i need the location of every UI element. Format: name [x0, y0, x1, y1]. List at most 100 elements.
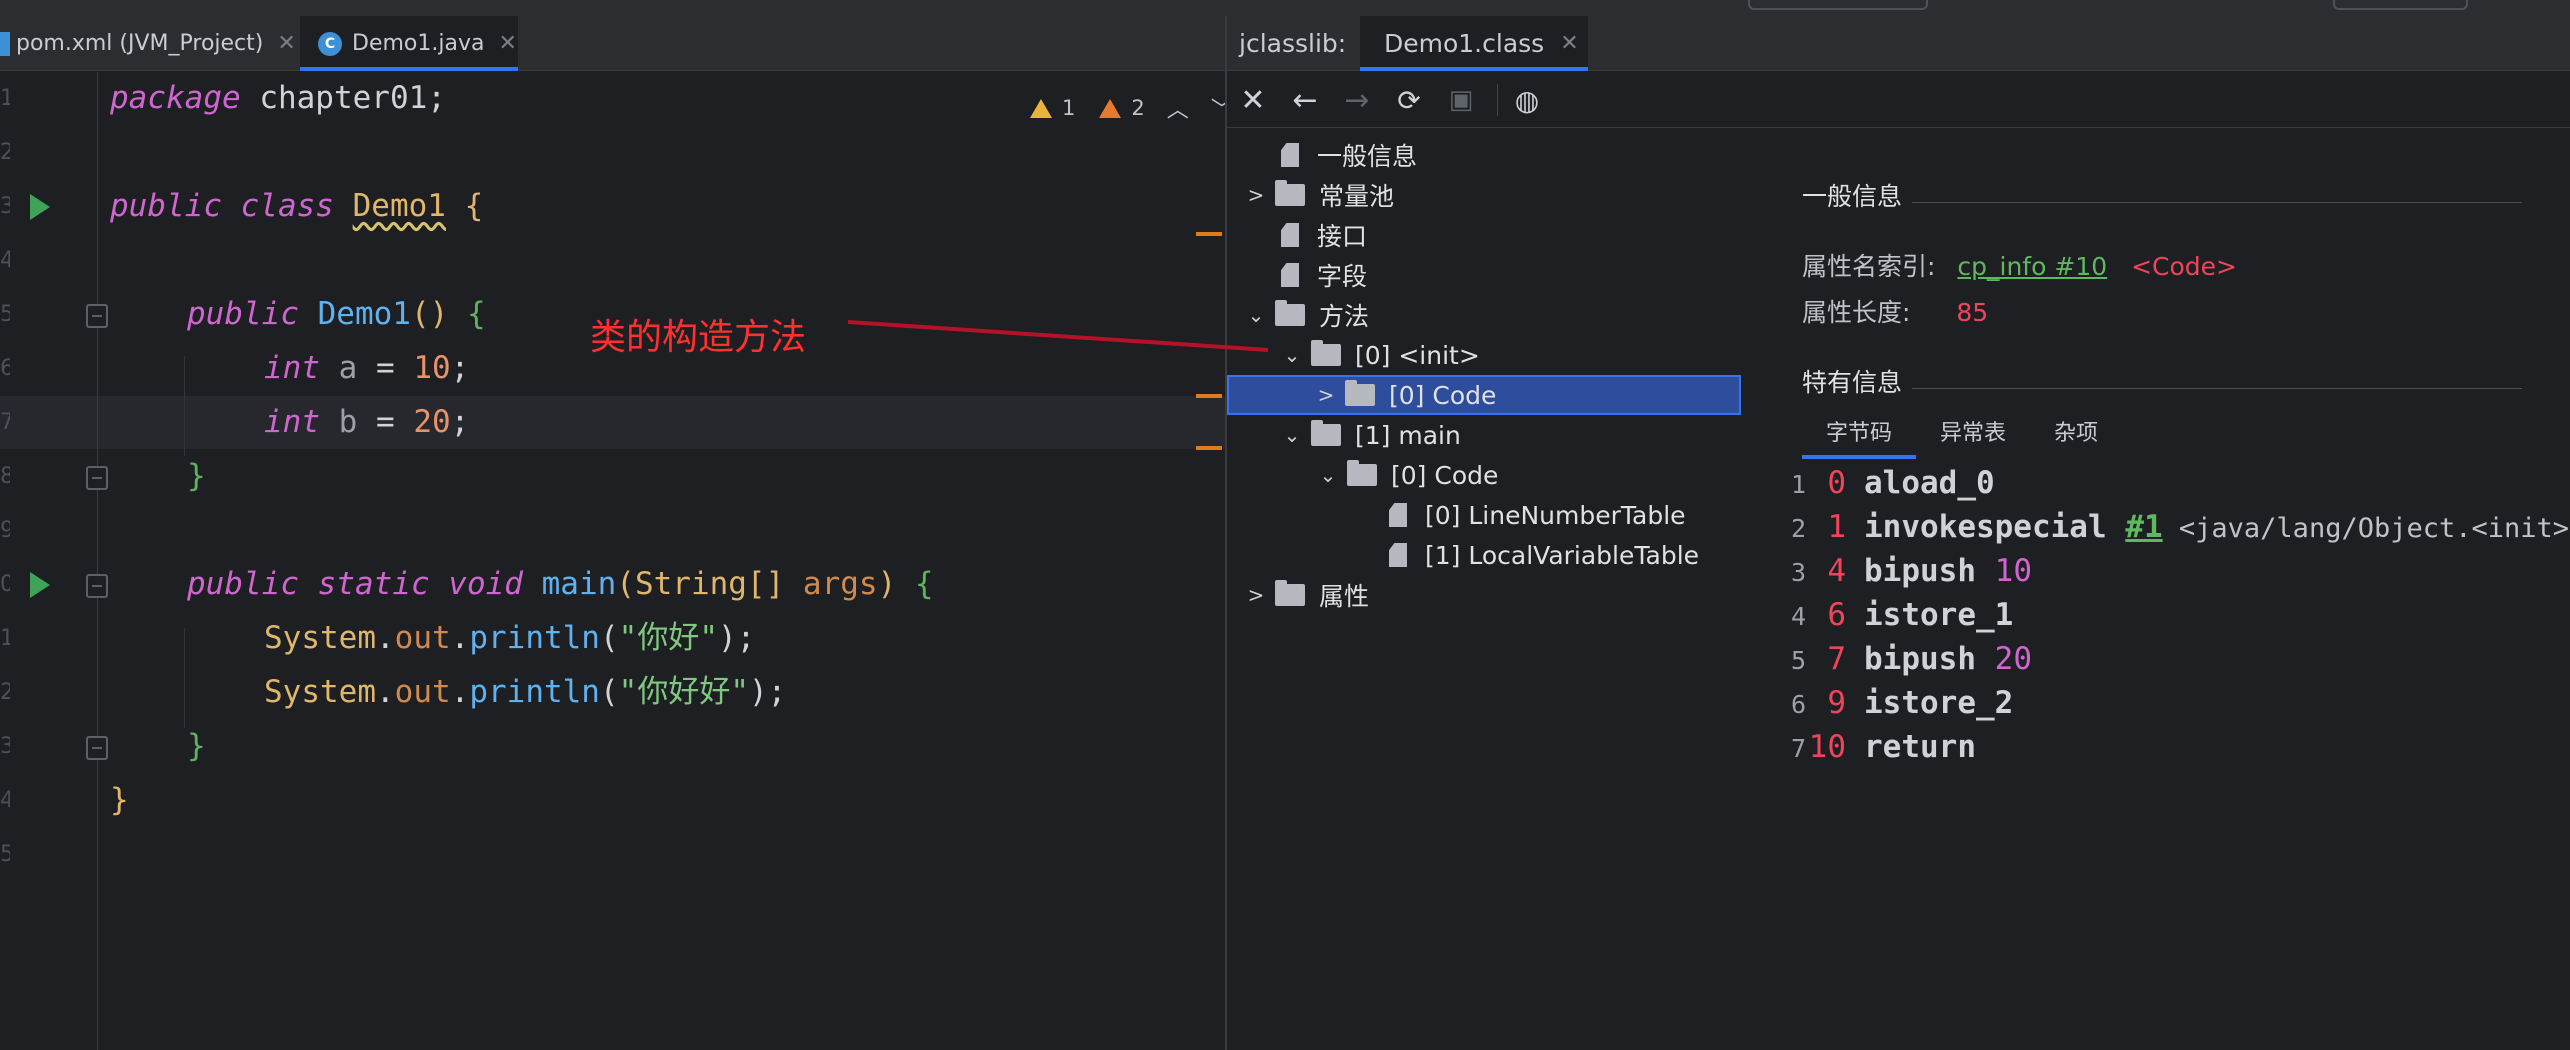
folder-icon [1275, 580, 1305, 606]
folder-icon [1311, 340, 1341, 366]
cp-info-link[interactable]: cp_info #10 [1957, 252, 2107, 281]
fold-icon[interactable] [86, 466, 108, 490]
tab-exception-table[interactable]: 异常表 [1916, 413, 2030, 459]
fold-icon[interactable] [86, 304, 108, 328]
file-icon [1281, 223, 1299, 247]
constant-pool-ref-link[interactable]: #1 [2125, 509, 2162, 545]
bytecode-line[interactable]: 1 0 aload_0 [1782, 461, 2570, 505]
tree-node-init-code[interactable]: > [0] Code [1227, 375, 1741, 415]
refresh-icon[interactable]: ⟳ [1391, 82, 1427, 118]
tab-label: Demo1.java [352, 31, 485, 56]
bytecode-line[interactable]: 3 4 bipush 10 [1782, 549, 2570, 593]
code-line[interactable]: public Demo1() { [187, 288, 486, 341]
line-number: 8 [0, 464, 10, 489]
warning-icon [1099, 98, 1122, 118]
tree-node-method-main[interactable]: ⌄ [1] main [1283, 415, 1461, 455]
fold-icon[interactable] [86, 736, 108, 760]
inspection-widget[interactable]: 1 2 ︿ ﹀ [1030, 92, 1233, 124]
chevron-down-icon[interactable]: ⌄ [1247, 303, 1265, 327]
scrollbar-marker[interactable] [1196, 446, 1222, 450]
line-number: 1 [0, 86, 10, 111]
line-number: 2 [0, 140, 10, 165]
tab-label: pom.xml (JVM_Project) [16, 31, 264, 56]
chevron-right-icon[interactable]: > [1247, 183, 1265, 207]
top-dropdown[interactable] [1748, 0, 1928, 10]
forward-arrow-icon[interactable]: → [1339, 82, 1375, 118]
code-line[interactable]: } [187, 720, 206, 773]
tree-node-constant-pool[interactable]: > 常量池 [1247, 175, 1394, 215]
folder-icon [1311, 420, 1341, 446]
warning-count: 2 [1131, 96, 1145, 120]
attribute-name-value: <Code> [2131, 252, 2237, 281]
scrollbar-marker[interactable] [1196, 232, 1222, 236]
attribute-length-value: 85 [1956, 298, 1989, 327]
tree-node-general-info[interactable]: 一般信息 [1247, 135, 1417, 175]
close-icon[interactable]: ✕ [1235, 82, 1271, 118]
tree-node-methods[interactable]: ⌄ 方法 [1247, 295, 1369, 335]
close-tab-icon[interactable]: ✕ [277, 31, 295, 56]
folder-icon [1347, 460, 1377, 486]
jclasslib-tab-bar: jclasslib: Demo1.class ✕ [1227, 16, 2570, 71]
tab-bytecode[interactable]: 字节码 [1802, 413, 1917, 459]
folder-icon [1275, 180, 1305, 206]
tab-demo1-java[interactable]: C Demo1.java ✕ [300, 16, 518, 71]
tree-node-main-code[interactable]: ⌄ [0] Code [1319, 455, 1498, 495]
line-number: 7 [0, 410, 10, 435]
tree-node-method-init[interactable]: ⌄ [0] <init> [1283, 335, 1480, 375]
class-structure-tree: 一般信息 > 常量池 接口 字段 ⌄ 方法 ⌄ [0] <init> > [0] Cod… [1227, 129, 1742, 1050]
code-line[interactable]: public static void main(String[] args) { [187, 558, 934, 611]
line-number: 4 [0, 248, 10, 273]
close-tab-icon[interactable]: ✕ [1560, 31, 1578, 56]
tab-misc[interactable]: 杂项 [2030, 413, 2122, 459]
bytecode-line[interactable]: 4 6 istore_1 [1782, 593, 2570, 637]
previous-problem-icon[interactable]: ︿ [1167, 92, 1189, 124]
file-icon [1281, 263, 1299, 287]
file-icon [1281, 143, 1299, 167]
attribute-name-index-row: 属性名索引: cp_info #10 <Code> [1802, 252, 2237, 281]
tree-node-fields[interactable]: 字段 [1247, 255, 1367, 295]
tab-pom-xml[interactable]: pom.xml (JVM_Project) ✕ [0, 16, 300, 71]
code-line[interactable]: System.out.println("你好"); [264, 612, 755, 665]
scrollbar-marker[interactable] [1196, 394, 1222, 398]
line-number: 2 [0, 680, 10, 705]
attribute-length-row: 属性长度: 85 [1802, 298, 1989, 327]
code-line[interactable]: int b = 20; [264, 396, 469, 449]
code-line[interactable]: int a = 10; [264, 342, 469, 395]
chevron-right-icon[interactable]: > [1247, 583, 1265, 607]
code-line[interactable]: System.out.println("你好好"); [264, 666, 786, 719]
line-number: 0 [0, 572, 10, 597]
tree-node-interfaces[interactable]: 接口 [1247, 215, 1367, 255]
tree-node-attributes[interactable]: > 属性 [1247, 575, 1369, 615]
chevron-right-icon[interactable]: > [1317, 383, 1335, 407]
line-number: 6 [0, 356, 10, 381]
indent-guide [184, 628, 185, 728]
browser-icon[interactable]: ◍ [1509, 82, 1545, 118]
chevron-down-icon[interactable]: ⌄ [1283, 343, 1301, 367]
save-icon[interactable]: ▣ [1443, 82, 1479, 118]
run-class-icon[interactable] [30, 194, 50, 220]
chevron-down-icon[interactable]: ⌄ [1283, 423, 1301, 447]
jclasslib-toolbar: ✕ ← → ⟳ ▣ ◍ [1227, 72, 2570, 128]
code-line[interactable]: package chapter01; [110, 72, 446, 125]
tab-demo1-class[interactable]: Demo1.class ✕ [1360, 16, 1588, 71]
line-number: 1 [0, 626, 10, 651]
code-line[interactable]: public class Demo1 { [110, 180, 483, 233]
bytecode-line[interactable]: 710 return [1782, 725, 2570, 769]
code-line[interactable]: } [187, 450, 206, 503]
maven-file-icon [0, 31, 10, 56]
run-main-icon[interactable] [30, 572, 50, 598]
weak-warning-count: 1 [1062, 96, 1076, 120]
bytecode-line[interactable]: 5 7 bipush 20 [1782, 637, 2570, 681]
line-number: 3 [0, 194, 10, 219]
bytecode-line[interactable]: 6 9 istore_2 [1782, 681, 2570, 725]
back-arrow-icon[interactable]: ← [1287, 82, 1323, 118]
bytecode-line[interactable]: 2 1 invokespecial #1 <java/lang/Object.<in… [1782, 505, 2570, 549]
code-line[interactable]: } [110, 774, 129, 827]
chevron-down-icon[interactable]: ⌄ [1319, 463, 1337, 487]
file-icon [1389, 543, 1407, 567]
fold-icon[interactable] [86, 574, 108, 598]
tree-node-local-variable-table[interactable]: [1] LocalVariableTable [1355, 535, 1699, 575]
tree-node-line-number-table[interactable]: [0] LineNumberTable [1355, 495, 1686, 535]
top-search-box[interactable] [2333, 0, 2468, 10]
close-tab-icon[interactable]: ✕ [498, 31, 516, 56]
